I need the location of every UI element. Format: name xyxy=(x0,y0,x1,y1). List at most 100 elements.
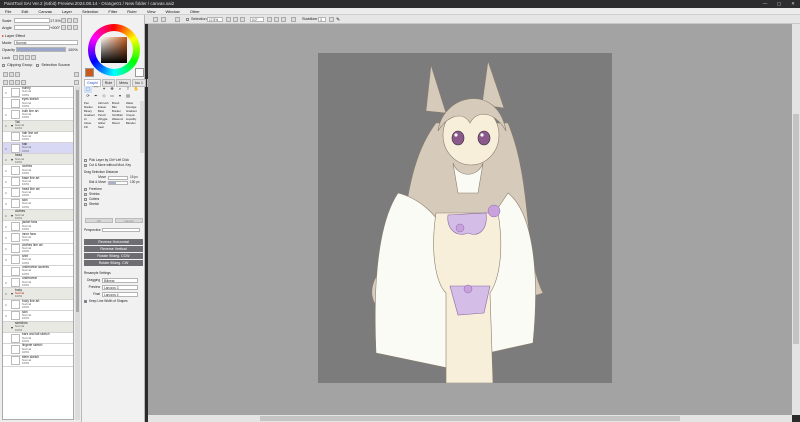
gradient-icon[interactable]: ▤ xyxy=(124,93,132,100)
visibility-icon[interactable]: • xyxy=(3,235,9,240)
tool-grid-scrollbar[interactable] xyxy=(140,101,144,153)
minimize-button[interactable]: — xyxy=(758,0,772,8)
menu-file[interactable]: File xyxy=(0,9,16,14)
cancel-button[interactable]: Cancel xyxy=(115,218,143,223)
dragging-select[interactable]: Bilinear xyxy=(102,278,138,283)
scale-reset-icon[interactable] xyxy=(73,18,78,23)
new-folder-icon[interactable] xyxy=(15,72,20,77)
canvas-paper[interactable] xyxy=(318,53,612,383)
rotate-right-icon[interactable] xyxy=(274,17,279,22)
shrinks-checkbox[interactable] xyxy=(84,192,87,196)
layer-row[interactable]: • skin Normal 100% xyxy=(3,310,73,322)
horizontal-scroll-thumb[interactable] xyxy=(260,416,680,421)
lock-paint-icon[interactable] xyxy=(19,55,24,60)
perspective-slider[interactable] xyxy=(102,228,140,232)
freeform-checkbox[interactable] xyxy=(84,187,87,191)
visibility-icon[interactable]: • xyxy=(3,224,9,229)
layer-row[interactable]: • clothes line art Normal 100% xyxy=(3,243,73,255)
layer-row[interactable]: • skin Normal 100% xyxy=(3,198,73,211)
visibility-icon[interactable]: • xyxy=(3,179,9,184)
menu-other[interactable]: Other xyxy=(185,9,205,14)
pick-layer-checkbox[interactable] xyxy=(84,158,87,162)
merge-down-icon[interactable] xyxy=(9,80,14,85)
cut-move-checkbox[interactable] xyxy=(84,163,87,167)
final-select[interactable]: Lanczos 4 xyxy=(102,292,138,297)
layer-effect-label[interactable]: Layer Effect xyxy=(5,34,25,38)
view-mode-icon[interactable] xyxy=(153,17,158,22)
menu-selection[interactable]: Selection xyxy=(77,9,103,14)
vertical-scroll-thumb[interactable] xyxy=(793,114,799,344)
cutters-checkbox[interactable] xyxy=(84,197,87,201)
lock-all-icon[interactable] xyxy=(31,55,36,60)
maximize-button[interactable]: ▢ xyxy=(772,0,786,8)
menu-layer[interactable]: Layer xyxy=(57,9,77,14)
layer-row[interactable]: • underwear Normal 100% xyxy=(3,277,73,289)
clear-layer-icon[interactable] xyxy=(15,80,20,85)
lock-move-icon[interactable] xyxy=(25,55,30,60)
layer-row[interactable]: • jacket fans Normal 100% xyxy=(3,221,73,233)
menu-filter[interactable]: Filter xyxy=(103,9,122,14)
scale-plus-icon[interactable] xyxy=(67,18,72,23)
visibility-icon[interactable]: • xyxy=(3,190,9,195)
scale-slider[interactable] xyxy=(14,18,50,23)
fill-icon[interactable]: ▾ xyxy=(116,93,124,100)
color-wheel[interactable] xyxy=(88,24,140,76)
canvas-vertical-scrollbar[interactable] xyxy=(792,24,800,415)
layer-options-icon[interactable] xyxy=(74,80,79,85)
flip-icon[interactable] xyxy=(291,17,296,22)
layer-row[interactable]: • bulb line art Normal 100% xyxy=(3,109,73,121)
reverse-vertical-button[interactable]: Reverse Vertical xyxy=(84,246,143,252)
menu-view[interactable]: View xyxy=(142,9,161,14)
layer-folder[interactable]: • ▾ body Normal 100% xyxy=(3,288,73,300)
tool-seal[interactable]: Seal xyxy=(98,125,112,129)
selection-source-checkbox[interactable] xyxy=(36,63,40,67)
visibility-icon[interactable]: • xyxy=(3,257,9,262)
angle-slider[interactable] xyxy=(14,25,50,30)
stabilizer-dropdown-icon[interactable] xyxy=(329,17,334,22)
select-icon[interactable]: ⬚ xyxy=(84,86,92,93)
layer-row[interactable]: • body line art Normal 100% xyxy=(3,299,73,311)
canvas-horizontal-scrollbar[interactable] xyxy=(148,415,792,422)
visibility-icon[interactable]: • xyxy=(3,313,9,318)
rotate-icon[interactable]: ⟳ xyxy=(84,93,92,100)
hand-icon[interactable]: ✋ xyxy=(132,86,140,93)
layer-folder[interactable]: • ▾ clothes Normal 100% xyxy=(3,209,73,222)
transform-icon[interactable]: ▭ xyxy=(108,93,116,100)
transfer-down-icon[interactable] xyxy=(3,80,8,85)
visibility-icon[interactable]: • xyxy=(3,112,9,117)
primary-color-swatch[interactable] xyxy=(85,68,94,77)
saturation-value-square[interactable] xyxy=(101,37,127,63)
undo-icon[interactable] xyxy=(175,17,180,22)
layer-row-selected[interactable]: • hair Normal 100% xyxy=(3,142,73,155)
rotate-ccw-button[interactable]: Rotate 90deg. CCW xyxy=(84,253,143,259)
view-grid-icon[interactable] xyxy=(161,17,166,22)
rotate-left-icon[interactable] xyxy=(267,17,272,22)
menu-window[interactable]: Window xyxy=(160,9,184,14)
text-icon[interactable]: T xyxy=(124,86,132,93)
reverse-horizontal-button[interactable]: Reverse Horizontal xyxy=(84,239,143,245)
tool-mixed[interactable]: Mixed xyxy=(112,121,126,125)
secondary-color-swatch[interactable] xyxy=(135,68,144,77)
stabilizer-field[interactable]: 3 xyxy=(318,17,326,22)
ok-button[interactable]: OK xyxy=(85,218,113,223)
visibility-icon[interactable]: • xyxy=(3,146,9,151)
opacity-slider[interactable] xyxy=(16,47,66,52)
angle-reset-icon[interactable] xyxy=(73,25,78,30)
layer-row[interactable]: hair line art Normal 100% xyxy=(3,131,73,143)
move-slider[interactable] xyxy=(108,175,128,180)
menu-canvas[interactable]: Canvas xyxy=(33,9,57,14)
zoom-out-icon[interactable] xyxy=(226,17,231,22)
rotate-reset-icon[interactable] xyxy=(281,17,286,22)
pen-pressure-icon[interactable]: ✎ xyxy=(336,17,340,23)
menu-edit[interactable]: Edit xyxy=(16,9,33,14)
visibility-icon[interactable]: • xyxy=(3,201,9,206)
lock-transparency-icon[interactable] xyxy=(13,55,18,60)
tool-fill[interactable]: Fill xyxy=(84,125,98,129)
zoom-in-icon[interactable] xyxy=(233,17,238,22)
zoom-reset-icon[interactable] xyxy=(240,17,245,22)
zoom-field[interactable]: 17.5% xyxy=(207,17,223,22)
delete-layer-icon[interactable] xyxy=(21,80,26,85)
selection-checkbox[interactable] xyxy=(186,18,189,21)
layer-row[interactable]: underwear accents Normal 100% xyxy=(3,265,73,278)
move-icon[interactable]: ✥ xyxy=(108,86,116,93)
